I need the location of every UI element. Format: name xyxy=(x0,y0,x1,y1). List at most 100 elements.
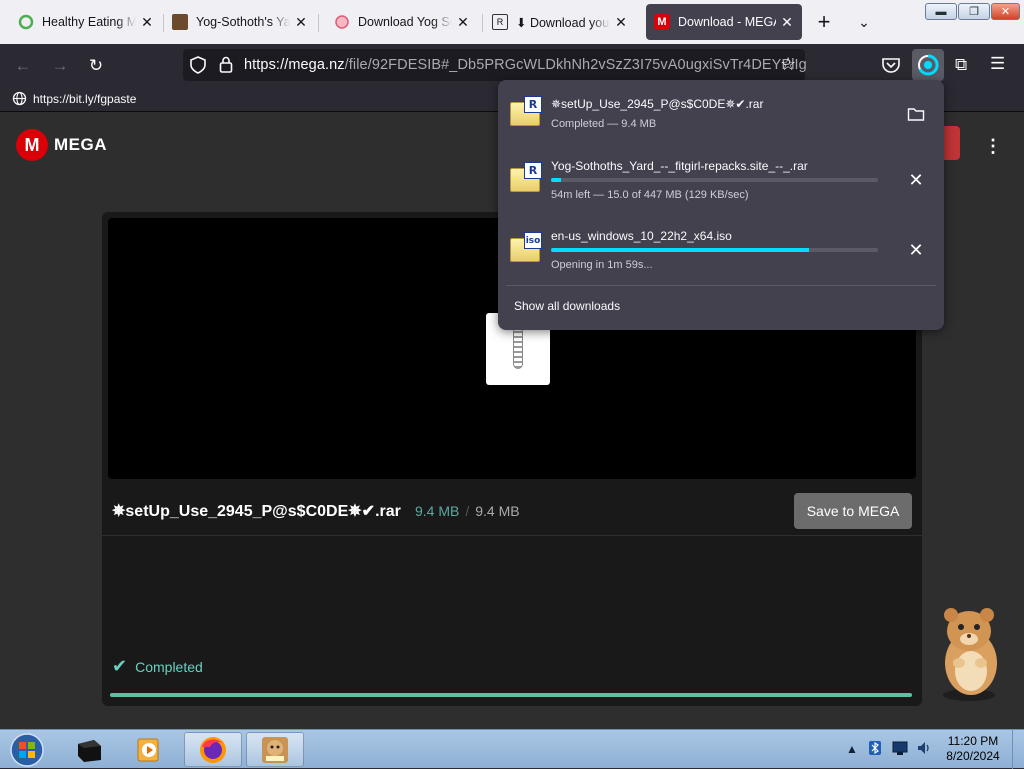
rar-file-icon: R xyxy=(510,162,542,192)
show-all-downloads-link[interactable]: Show all downloads xyxy=(514,299,620,313)
pocket-icon[interactable] xyxy=(881,56,901,79)
download-status-text: Opening in 1m 59s... xyxy=(551,259,653,271)
download-item[interactable]: R Yog-Sothoths_Yard_--_fitgirl-repacks.s… xyxy=(498,150,944,214)
tab-label: Yog-Sothoth's Yard xyxy=(196,15,290,29)
globe-icon xyxy=(12,91,27,106)
firefox-app[interactable] xyxy=(184,732,242,767)
folder-icon[interactable] xyxy=(902,100,930,128)
system-clock[interactable]: 11:20 PM 8/20/2024 xyxy=(940,734,1006,764)
cancel-icon[interactable]: ✕ xyxy=(902,236,930,264)
list-tabs-button[interactable]: ⌄ xyxy=(850,8,878,36)
more-options-icon[interactable]: ⋮ xyxy=(984,136,1002,157)
volume-icon[interactable] xyxy=(916,740,932,759)
download-progress xyxy=(551,248,878,252)
windows-taskbar: ▲ 11:20 PM 8/20/2024 xyxy=(0,729,1024,769)
download-status-text: 54m left — 15.0 of 447 MB (129 KB/sec) xyxy=(551,189,749,201)
download-item[interactable]: R ✵setUp_Use_2945_P@s$C0DE✵✔.rar Complet… xyxy=(498,86,944,150)
url-path: /file/92FDESIB#_Db5PRGcWLDkhNh2vSzZ3I75v… xyxy=(344,57,807,73)
clock-time: 11:20 PM xyxy=(947,734,999,748)
rar-file-icon: R xyxy=(510,96,542,126)
tab-download-your-file[interactable]: R ⬇ Download your fil ✕ xyxy=(484,4,636,40)
url-bar[interactable]: https://mega.nz/file/92FDESIB#_Db5PRGcWL… xyxy=(183,49,807,81)
download-name: en-us_windows_10_22h2_x64.iso xyxy=(551,229,732,243)
size-total: 9.4 MB xyxy=(475,503,520,519)
file-info-bar: ✵setUp_Use_2945_P@s$C0DE✵✔.rar 9.4 MB/9.… xyxy=(102,484,922,536)
progress-fill xyxy=(551,178,561,182)
download-name: ✵setUp_Use_2945_P@s$C0DE✵✔.rar xyxy=(551,97,764,111)
star-icon[interactable]: ☆ xyxy=(780,54,796,75)
mega-logo[interactable]: M MEGA xyxy=(16,129,107,161)
mega-logo-icon: M xyxy=(16,129,48,161)
reload-button[interactable]: ↻ xyxy=(82,52,110,80)
bookmark-item[interactable]: https://bit.ly/fgpaste xyxy=(12,91,136,106)
download-item[interactable]: iso en-us_windows_10_22h2_x64.iso Openin… xyxy=(498,220,944,284)
portrait-icon xyxy=(172,14,188,30)
sandbox-app[interactable] xyxy=(246,732,304,767)
start-button[interactable] xyxy=(4,732,50,767)
close-window-button[interactable]: ✕ xyxy=(991,3,1020,20)
forward-button[interactable]: → xyxy=(46,52,74,80)
restore-button[interactable]: ❐ xyxy=(958,3,990,20)
tab-label: Download - MEGA xyxy=(678,15,776,29)
shield-icon[interactable] xyxy=(189,55,207,80)
tab-label: ⬇ Download your fil xyxy=(516,15,610,30)
downloads-button[interactable] xyxy=(912,49,944,81)
panel-divider xyxy=(506,285,936,286)
tab-label: Download Yog Soth xyxy=(358,15,452,29)
menu-icon[interactable]: ☰ xyxy=(990,54,1005,74)
download-status-text: Completed — 9.4 MB xyxy=(551,118,657,130)
sandbox-hamster-icon xyxy=(262,736,288,763)
close-tab-icon[interactable]: ✕ xyxy=(140,14,154,31)
download-status: ✔ Completed xyxy=(112,656,203,677)
file-size: 9.4 MB/9.4 MB xyxy=(415,503,520,519)
show-hidden-icons[interactable]: ▲ xyxy=(846,742,858,756)
mega-icon: M xyxy=(654,14,670,30)
bookmark-label: https://bit.ly/fgpaste xyxy=(33,91,137,106)
tab-label: Healthy Eating Mak xyxy=(42,15,136,29)
cd-icon xyxy=(18,14,34,30)
tab-yog-sothoth-yard[interactable]: Yog-Sothoth's Yard ✕ xyxy=(164,4,316,40)
page-icon: R xyxy=(492,14,508,30)
close-tab-icon[interactable]: ✕ xyxy=(294,14,308,31)
download-progress xyxy=(551,178,878,182)
firefox-icon xyxy=(200,736,226,763)
lock-icon[interactable] xyxy=(219,56,233,79)
close-tab-icon[interactable]: ✕ xyxy=(614,14,628,31)
tab-download-yog[interactable]: Download Yog Soth ✕ xyxy=(326,4,478,40)
download-name: Yog-Sothoths_Yard_--_fitgirl-repacks.sit… xyxy=(551,159,808,173)
back-button[interactable]: ← xyxy=(9,52,37,80)
tab-strip: Healthy Eating Mak ✕ Yog-Sothoth's Yard … xyxy=(0,0,1024,44)
iso-file-icon: iso xyxy=(510,232,542,262)
downloads-panel: R ✵setUp_Use_2945_P@s$C0DE✵✔.rar Complet… xyxy=(498,80,944,330)
black-box-app[interactable] xyxy=(64,732,114,767)
new-tab-button[interactable]: + xyxy=(810,8,838,36)
progress-fill xyxy=(551,248,810,252)
downloads-progress-icon xyxy=(918,54,939,76)
tab-healthy-eating[interactable]: Healthy Eating Mak ✕ xyxy=(10,4,162,40)
download-progress-bar xyxy=(110,693,912,697)
mega-logo-text: MEGA xyxy=(54,135,107,154)
extensions-icon[interactable]: ⧉ xyxy=(955,55,967,75)
hamster-mascot-image xyxy=(937,605,1007,705)
url-domain: https://mega.nz xyxy=(244,57,345,73)
tab-separator xyxy=(318,14,319,32)
windows-logo-icon xyxy=(10,732,44,767)
cancel-icon[interactable]: ✕ xyxy=(902,166,930,194)
tab-separator xyxy=(482,14,483,32)
save-to-mega-button[interactable]: Save to MEGA xyxy=(794,493,912,529)
clock-date: 8/20/2024 xyxy=(946,749,1000,763)
close-tab-icon[interactable]: ✕ xyxy=(780,14,794,31)
size-downloaded: 9.4 MB xyxy=(415,503,460,519)
tab-download-mega[interactable]: M Download - MEGA ✕ xyxy=(646,4,802,40)
network-icon[interactable] xyxy=(892,740,908,759)
fitgirl-icon xyxy=(334,14,350,30)
checkmark-icon: ✔ xyxy=(112,656,128,676)
show-desktop-button[interactable] xyxy=(1012,730,1024,769)
url-text: https://mega.nz/file/92FDESIB#_Db5PRGcWL… xyxy=(244,57,807,73)
close-tab-icon[interactable]: ✕ xyxy=(456,14,470,31)
minimize-button[interactable]: ▬ xyxy=(925,3,957,20)
bluetooth-icon[interactable] xyxy=(868,740,882,759)
status-text: Completed xyxy=(135,658,203,675)
media-player-app[interactable] xyxy=(124,732,174,767)
media-player-icon xyxy=(137,738,159,761)
